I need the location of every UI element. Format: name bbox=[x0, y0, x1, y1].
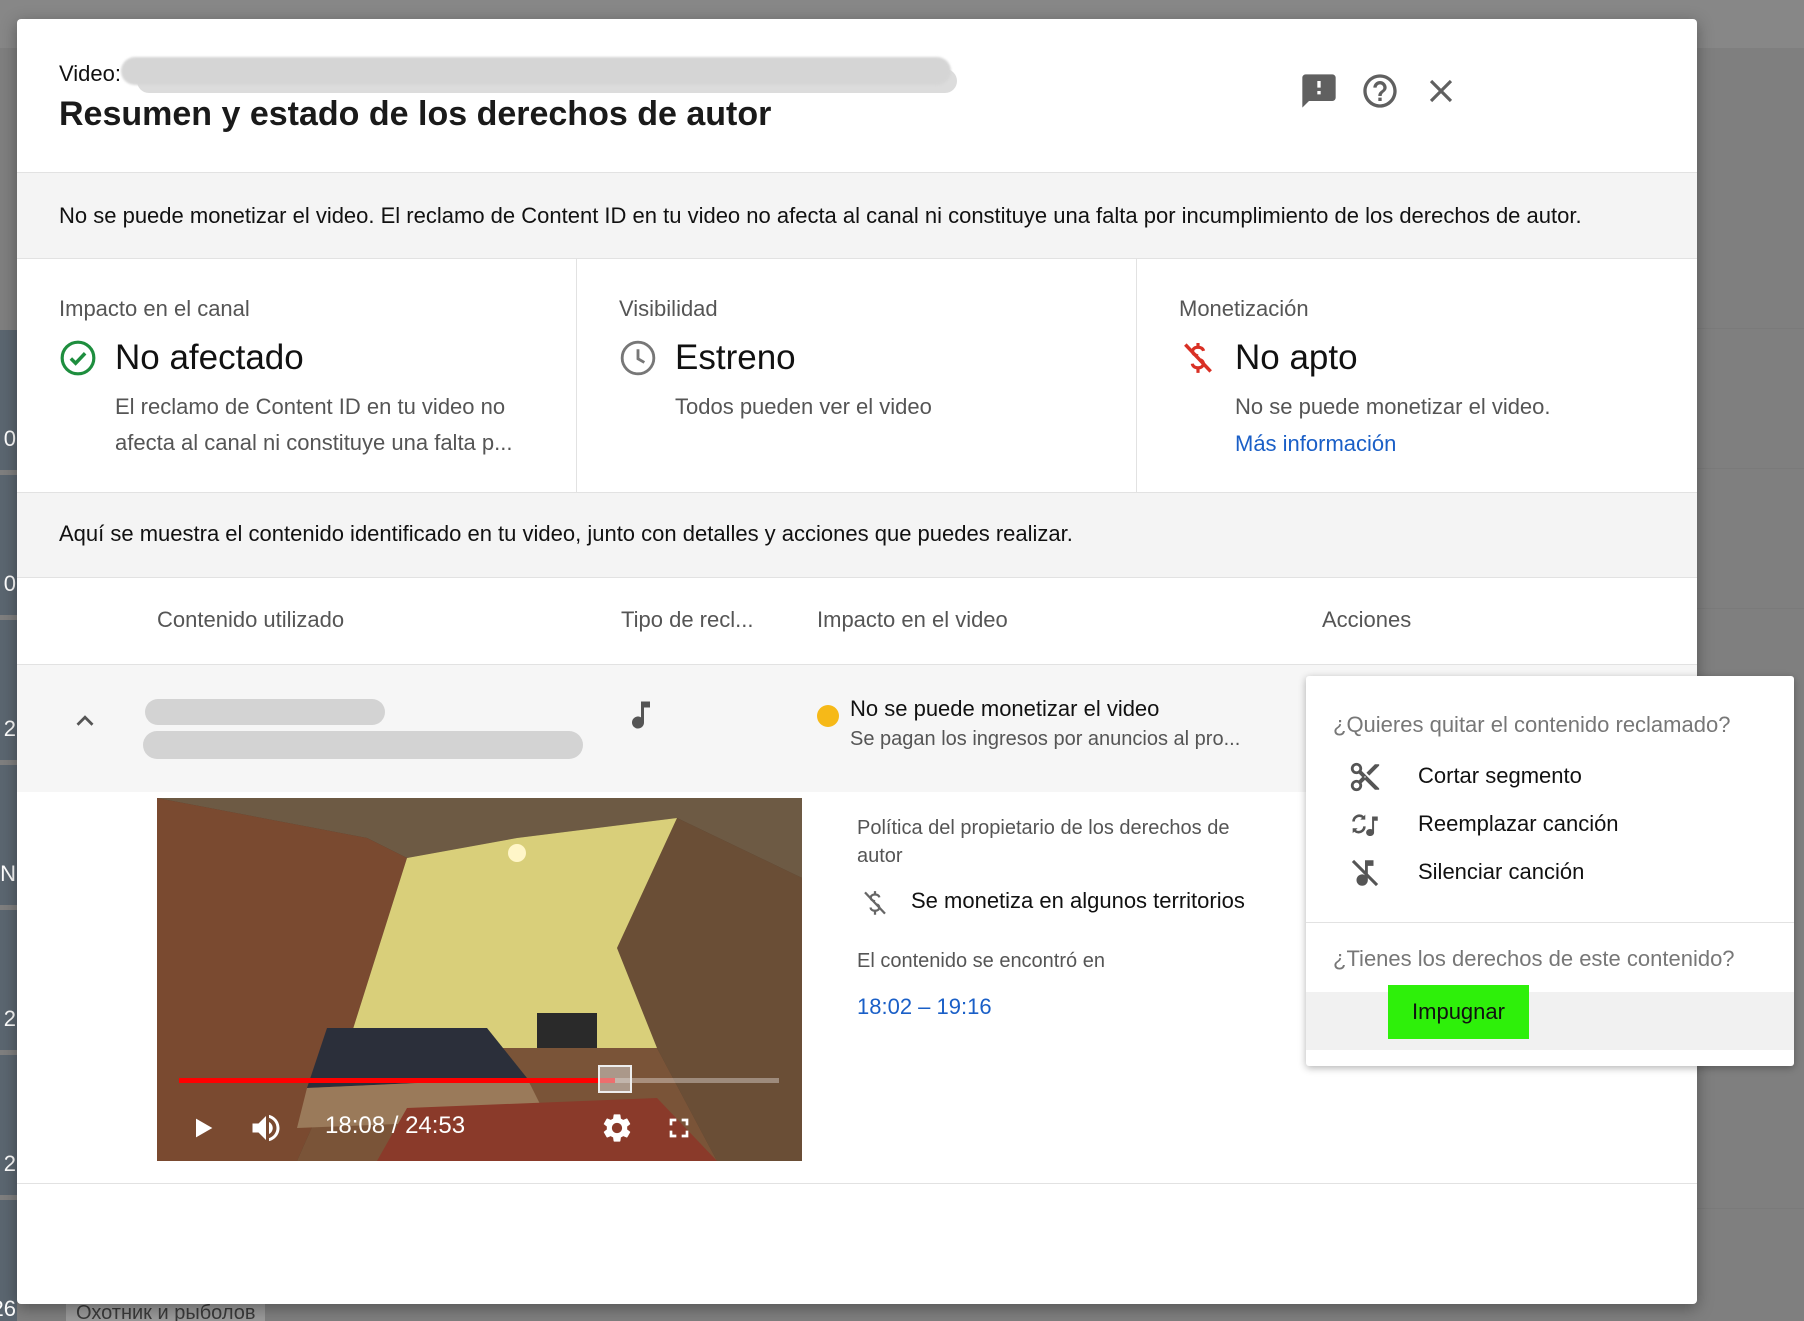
card-label: Visibilidad bbox=[619, 296, 718, 321]
impact-title: No se puede monetizar el video bbox=[850, 696, 1160, 721]
menu-item-label: Cortar segmento bbox=[1418, 763, 1582, 788]
feedback-icon[interactable] bbox=[1297, 69, 1341, 113]
chevron-up-icon[interactable] bbox=[65, 701, 105, 741]
card-description: No se puede monetizar el video. bbox=[1235, 394, 1551, 419]
card-description: Todos pueden ver el video bbox=[675, 394, 932, 419]
video-label: Video: bbox=[59, 61, 121, 86]
policy-label: Política del propietario de los derechos… bbox=[857, 817, 1230, 867]
mute-song-menu-item[interactable]: Silenciar canción bbox=[1306, 846, 1794, 898]
divider bbox=[1697, 608, 1804, 609]
channel-impact-card: Impacto en el canal No afectado El recla… bbox=[17, 259, 577, 492]
video-frame bbox=[157, 798, 802, 1161]
thumbnail-number: N bbox=[0, 861, 16, 886]
status-dot bbox=[817, 705, 839, 727]
divider bbox=[1697, 1208, 1804, 1209]
menu-item-label: Reemplazar canción bbox=[1418, 811, 1619, 836]
monetization-card: Monetización No apto No se puede monetiz… bbox=[1137, 259, 1697, 492]
music-note-icon bbox=[632, 701, 650, 729]
column-header-claim-type: Tipo de recl... bbox=[621, 607, 754, 632]
timestamp-range-link[interactable]: 18:02 – 19:16 bbox=[857, 994, 992, 1020]
card-value: Estreno bbox=[675, 338, 796, 377]
background-thumbnail: 26 bbox=[0, 1200, 17, 1321]
column-header-impact: Impacto en el video bbox=[817, 607, 1008, 632]
thumbnail-number: 0 bbox=[3, 426, 16, 451]
redacted-content-title bbox=[145, 699, 385, 725]
info-text: Aquí se muestra el contenido identificad… bbox=[59, 521, 1073, 546]
clock-icon bbox=[620, 340, 656, 376]
gear-icon[interactable] bbox=[597, 1108, 637, 1148]
divider bbox=[1697, 468, 1804, 469]
redacted-video-title bbox=[121, 57, 951, 85]
replace-song-icon bbox=[1352, 814, 1378, 837]
card-value: No apto bbox=[1235, 338, 1358, 377]
visibility-card: Visibilidad Estreno Todos pueden ver el … bbox=[577, 259, 1137, 492]
check-circle-icon bbox=[60, 340, 96, 376]
thumbnail-number: 2 bbox=[3, 716, 16, 741]
video-player[interactable]: 18:08 / 24:53 bbox=[157, 798, 802, 1161]
dialog-header: Video: Resumen y estado de los derechos … bbox=[17, 19, 1697, 172]
thumbnail-number: 2 bbox=[3, 1006, 16, 1031]
trim-segment-menu-item[interactable]: Cortar segmento bbox=[1306, 750, 1794, 802]
close-icon[interactable] bbox=[1419, 69, 1463, 113]
background-thumbnail: 2 bbox=[0, 1055, 17, 1195]
scrubber-handle[interactable] bbox=[598, 1065, 633, 1093]
impact-subtitle: Se pagan los ingresos por anuncios al pr… bbox=[850, 728, 1241, 750]
menu-item-label: Silenciar canción bbox=[1418, 859, 1585, 884]
rights-heading: ¿Tienes los derechos de este contenido? bbox=[1333, 946, 1735, 971]
dispute-row: Impugnar bbox=[1306, 985, 1794, 1050]
background-video-title: Охотник и рыболов bbox=[66, 1302, 266, 1321]
policy-text: Se monetiza en algunos territorios bbox=[911, 888, 1245, 913]
remove-content-heading: ¿Quieres quitar el contenido reclamado? bbox=[1333, 712, 1731, 737]
card-label: Impacto en el canal bbox=[59, 296, 250, 321]
no-money-icon bbox=[864, 891, 886, 915]
thumbnail-number: 26 bbox=[0, 1296, 16, 1321]
background-thumbnail: 2 bbox=[0, 620, 17, 760]
found-label: El contenido se encontró en bbox=[857, 950, 1105, 972]
divider bbox=[1697, 328, 1804, 329]
progress-bar[interactable] bbox=[179, 1065, 779, 1093]
menu-divider bbox=[1306, 922, 1794, 923]
notice-text: No se puede monetizar el video. El recla… bbox=[59, 203, 1582, 228]
fullscreen-icon[interactable] bbox=[659, 1108, 699, 1148]
dispute-button[interactable]: Impugnar bbox=[1388, 985, 1529, 1039]
replace-song-menu-item[interactable]: Reemplazar canción bbox=[1306, 798, 1794, 850]
playback-time: 18:08 / 24:53 bbox=[325, 1112, 466, 1139]
mute-song-icon bbox=[1351, 859, 1379, 887]
thumbnail-number: 2 bbox=[3, 1151, 16, 1176]
background-thumbnail: 0 bbox=[0, 330, 17, 470]
card-label: Monetización bbox=[1179, 296, 1309, 321]
claims-table-header: Contenido utilizado Tipo de recl... Impa… bbox=[17, 578, 1697, 665]
background-thumbnail-column: 0 0 2 N 2 2 26 bbox=[0, 330, 17, 1321]
identified-content-info: Aquí se muestra el contenido identificad… bbox=[17, 492, 1697, 578]
no-money-icon bbox=[1184, 342, 1212, 373]
column-header-content: Contenido utilizado bbox=[157, 607, 345, 632]
help-icon[interactable] bbox=[1358, 69, 1402, 113]
card-description: El reclamo de Content ID en tu video no … bbox=[115, 394, 513, 455]
background-thumbnail: 0 bbox=[0, 475, 17, 615]
background-thumbnail: 2 bbox=[0, 910, 17, 1050]
thumbnail-number: 0 bbox=[3, 571, 16, 596]
actions-menu: ¿Quieres quitar el contenido reclamado? … bbox=[1306, 676, 1794, 1066]
progress-fill bbox=[179, 1078, 616, 1083]
learn-more-link[interactable]: Más información bbox=[1235, 431, 1396, 457]
redacted-content-owner bbox=[143, 731, 583, 759]
monetization-notice: No se puede monetizar el video. El recla… bbox=[17, 172, 1697, 259]
column-header-actions: Acciones bbox=[1322, 607, 1412, 632]
status-cards: Impacto en el canal No afectado El recla… bbox=[17, 259, 1697, 492]
copyright-summary-dialog: Video: Resumen y estado de los derechos … bbox=[17, 19, 1697, 1304]
scissors-icon bbox=[1350, 762, 1380, 792]
dialog-title: Resumen y estado de los derechos de auto… bbox=[59, 95, 772, 133]
volume-icon[interactable] bbox=[245, 1108, 287, 1148]
background-thumbnail: N bbox=[0, 765, 17, 905]
card-value: No afectado bbox=[115, 338, 304, 377]
play-icon[interactable] bbox=[185, 1108, 221, 1148]
